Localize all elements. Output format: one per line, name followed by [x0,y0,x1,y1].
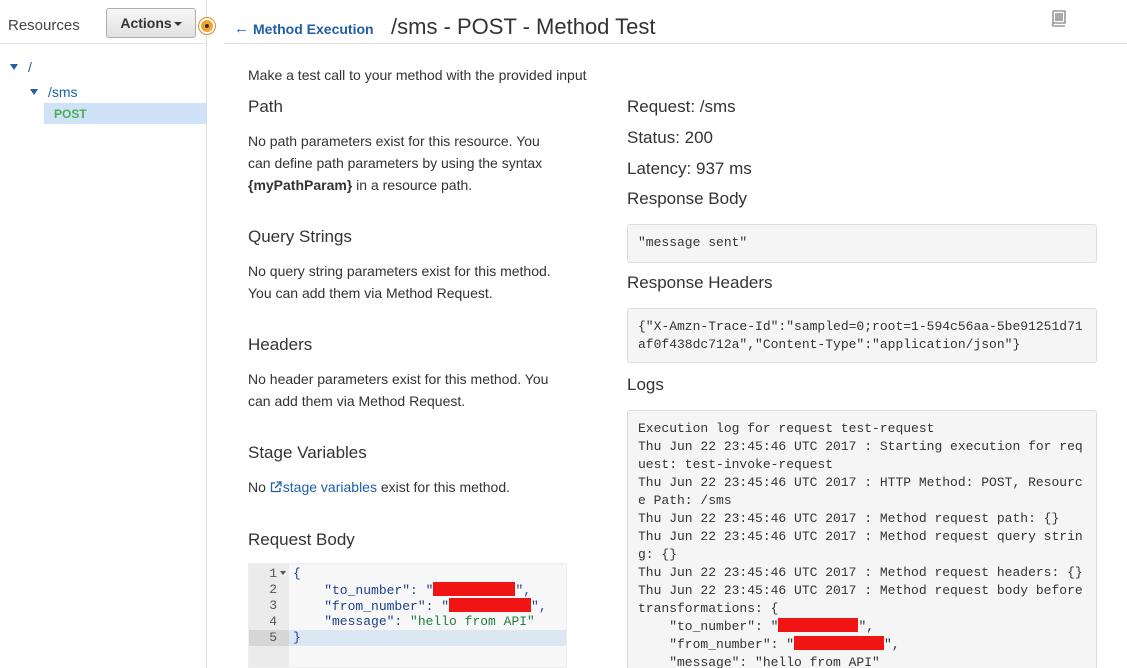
sidebar-title: Resources [8,17,80,34]
query-strings-heading: Query Strings [248,227,352,246]
tree-item-label: /sms [48,84,78,100]
path-line-3-rest: in a resource path. [352,177,473,193]
method-execution-back-link[interactable]: ← Method Execution [234,20,374,37]
headers-heading: Headers [248,335,313,354]
intro-text: Make a test call to your method with the… [248,67,587,83]
logs-heading: Logs [627,375,664,394]
path-line-3: {myPathParam} in a resource path. [248,174,568,196]
path-param-syntax: {myPathParam} [248,177,353,193]
sidebar-resize-handle[interactable] [199,18,215,34]
response-status: Status: 200 [627,128,714,147]
code-text: "message": "hello from API" [293,614,535,630]
external-link-icon [270,481,282,493]
stage-prefix: No [248,479,270,495]
path-description: No path parameters exist for this resour… [248,130,568,196]
back-link-label: Method Execution [253,20,374,37]
log-line: "to_number": " ", [638,618,875,634]
editor-line[interactable]: 2 "to_number": " ", [249,582,566,599]
sidebar-header: Resources Actions [0,0,207,44]
arrow-left-icon: ← [234,20,249,37]
stage-variables-heading: Stage Variables [248,443,367,462]
path-line-2: can define path parameters by using the … [248,155,543,171]
log-line: Execution log for request test-request [638,421,935,436]
stage-link-label: stage variables [282,479,377,495]
path-line-1: No path parameters exist for this resour… [248,133,540,149]
line-number: 1 [269,566,277,581]
log-line: Thu Jun 22 23:45:46 UTC 2017 : HTTP Meth… [638,475,1083,490]
headers-line-1: No header parameters exist for this meth… [248,371,549,387]
code-key: "message": [293,614,411,629]
tree-item-label: POST [54,106,87,121]
path-heading: Path [248,97,283,116]
stage-suffix: exist for this method. [376,479,511,495]
headers-line-2: can add them via Method Request. [248,393,466,409]
code-text: "from_number": " ", [293,598,547,615]
line-number: 3 [269,598,277,613]
fold-caret-icon[interactable] [280,571,286,575]
log-key: "from_number": " [638,637,795,652]
log-line: Thu Jun 22 23:45:46 UTC 2017 : Method re… [638,511,1060,526]
code-tail: ", [531,599,547,614]
page-title: /sms - POST - Method Test [391,14,656,39]
code-text: { [293,566,301,581]
response-body-box: "message sent" [627,224,1097,263]
caret-down-icon [173,22,182,26]
editor-line-active[interactable]: 5 } [249,630,566,646]
expand-caret-icon[interactable] [30,89,38,95]
line-number: 5 [249,630,289,646]
response-headers-box: {"X-Amzn-Trace-Id":"sampled=0;root=1-594… [627,308,1097,363]
code-key: "to_number": " [293,583,434,598]
redacted-value [794,636,885,650]
editor-line[interactable]: 3 "from_number": " ", [249,598,566,615]
log-line: Thu Jun 22 23:45:46 UTC 2017 : Method re… [638,583,1083,598]
query-line-1: No query string parameters exist for thi… [248,263,551,279]
code-text: } [293,630,301,645]
page-header: ← Method Execution /sms - POST - Method … [224,0,1127,44]
log-key: "to_number": " [638,619,779,634]
tree-item-root[interactable]: / [10,59,32,75]
actions-label: Actions [120,15,172,31]
logs-box: Execution log for request test-request Th… [627,410,1097,668]
redacted-value [778,618,859,632]
headers-description: No header parameters exist for this meth… [248,368,568,412]
response-latency: Latency: 937 ms [627,159,752,178]
editor-line[interactable]: 1 { [249,566,566,582]
code-key: "from_number": " [293,599,450,614]
log-line: "message": "hello from API" [638,655,880,668]
log-line: e Path: /sms [638,493,732,508]
response-body-heading: Response Body [627,189,748,208]
log-line: "from_number": " ", [638,636,900,652]
response-headers-line: af0f438dc712a","Content-Type":"applicati… [638,337,1021,352]
query-strings-description: No query string parameters exist for thi… [248,260,568,304]
log-line: transformations: { [638,601,779,616]
code-tail: ", [515,583,532,598]
book-icon[interactable] [1050,10,1068,27]
log-line: Thu Jun 22 23:45:46 UTC 2017 : Starting … [638,439,1083,454]
request-body-editor[interactable]: 1 { 2 "to_number": " ", 3 "from_number": … [248,563,567,668]
code-text: "to_number": " ", [293,582,531,599]
tree-item-sms[interactable]: /sms [30,84,78,100]
code-string: "hello from API" [410,614,535,629]
redacted-value [433,582,516,596]
log-line: Thu Jun 22 23:45:46 UTC 2017 : Method re… [638,565,1083,580]
log-line: Thu Jun 22 23:45:46 UTC 2017 : Method re… [638,529,1083,544]
expand-caret-icon[interactable] [10,64,18,70]
log-line: uest: test-invoke-request [638,457,834,472]
actions-button[interactable]: Actions [106,8,196,38]
stage-variables-link[interactable]: stage variables [270,479,377,495]
redacted-value [449,598,532,612]
tree-item-label: / [28,59,32,75]
log-line: g: {} [638,547,678,562]
line-number: 2 [269,582,277,597]
stage-variables-description: No stage variables exist for this method… [248,476,568,498]
tree-item-post-method[interactable]: POST [44,103,207,124]
request-body-heading: Request Body [248,530,355,549]
response-headers-line: {"X-Amzn-Trace-Id":"sampled=0;root=1-594… [638,319,1083,334]
response-headers-heading: Response Headers [627,273,773,292]
editor-line[interactable]: 4 "message": "hello from API" [249,614,566,630]
request-path: Request: /sms [627,97,736,116]
line-number: 4 [269,614,277,629]
resources-sidebar: Resources Actions / /sms POST [0,0,207,668]
query-line-2: You can add them via Method Request. [248,285,493,301]
